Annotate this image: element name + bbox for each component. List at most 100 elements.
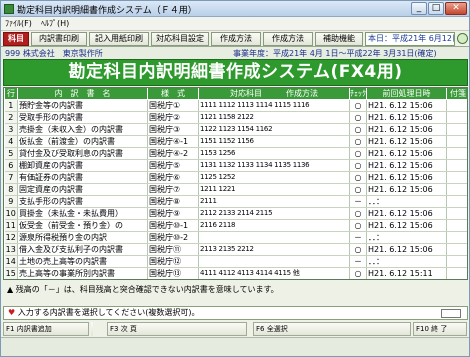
table-row[interactable]: 3 売掛金（未収入金）の内訳書 国税庁③ 1122 1123 1154 1162 ○ H2… — [4, 123, 467, 136]
row-codes: 4111 4112 4113 4114 4115 他 — [198, 267, 350, 279]
row-form: 国税庁④-2 — [147, 147, 199, 160]
row-check: ○ — [349, 135, 367, 148]
input-box[interactable] — [441, 309, 461, 318]
row-form: 国税庁⑥ — [147, 171, 199, 184]
row-name: 売掛金（未収入金）の内訳書 — [17, 123, 148, 136]
row-form: 国税庁③ — [147, 123, 199, 136]
table-row[interactable]: 4 仮払金（前渡金）の内訳書 国税庁④-1 1151 1152 1156 ○ H21. 6… — [4, 135, 467, 148]
row-date: H21. 6.12 15:06 — [366, 147, 447, 160]
table-row[interactable]: 8 固定資産の内訳書 国税庁⑦ 1211 1221 ○ H21. 6.12 15:06 — [4, 183, 467, 196]
account-mapping-button[interactable]: 対応科目設定 — [151, 32, 209, 46]
row-number: 14 — [4, 255, 18, 268]
row-codes: 1131 1132 1133 1134 1135 1136 — [198, 159, 350, 172]
table-row[interactable]: 15 売上高等の事業所別内訳書 国税庁⑬ 4111 4112 4113 4114 41… — [4, 267, 467, 279]
row-form: 国税庁⑩-2 — [147, 231, 199, 244]
row-attach — [446, 171, 467, 184]
row-check: ○ — [349, 207, 367, 220]
table-row[interactable]: 1 預貯金等の内訳書 国税庁① 1111 1112 1113 1114 1115 11… — [4, 99, 467, 112]
row-check: ○ — [349, 123, 367, 136]
col-check: ﾁｪｯｸ — [349, 88, 367, 100]
row-date: H21. 6.12 15:06 — [366, 135, 447, 148]
row-check: ○ — [349, 147, 367, 160]
row-form: 国税庁⑫ — [147, 255, 199, 268]
row-form: 国税庁④-1 — [147, 135, 199, 148]
row-name: 有価証券の内訳書 — [17, 171, 148, 184]
method-button[interactable]: 作成方法 — [211, 32, 261, 46]
row-name: 支払手形の内訳書 — [17, 195, 148, 208]
row-codes — [198, 231, 350, 244]
menu-help[interactable]: ﾍﾙﾌﾟ(H) — [41, 18, 69, 29]
col-attach: 付箋 — [446, 88, 467, 100]
tab-kamoku[interactable]: 科目 — [3, 32, 29, 46]
row-number: 11 — [4, 219, 18, 232]
row-date: H21. 6.12 15:06 — [366, 207, 447, 220]
row-number: 13 — [4, 243, 18, 256]
menu-file[interactable]: ﾌｧｲﾙ(F) — [5, 18, 32, 29]
table-row[interactable]: 5 貸付金及び受取利息の内訳書 国税庁④-2 1153 1256 ○ H21. 6.12 … — [4, 147, 467, 160]
row-date: ．．： — [366, 195, 447, 208]
f2-empty — [91, 322, 93, 336]
triangle-icon: ▲ — [7, 285, 14, 294]
row-attach — [446, 147, 467, 160]
row-number: 1 — [4, 99, 18, 112]
row-form: 国税庁⑧ — [147, 195, 199, 208]
row-attach — [446, 219, 467, 232]
table-row[interactable]: 10 買掛金（未払金・未払費用） 国税庁⑨ 2112 2133 2114 2115 ○ H… — [4, 207, 467, 220]
maximize-button[interactable]: □ — [428, 2, 444, 15]
heart-icon: ♥ — [8, 308, 16, 317]
menu-bar: ﾌｧｲﾙ(F) ﾍﾙﾌﾟ(H) — [1, 17, 469, 31]
row-attach — [446, 123, 467, 136]
method-button-2[interactable]: 作成方法 — [263, 32, 313, 46]
table-body: 1 預貯金等の内訳書 国税庁① 1111 1112 1113 1114 1115 11… — [4, 99, 467, 279]
row-name: 棚卸資産の内訳書 — [17, 159, 148, 172]
company-name: 999 株式会社 東京製作所 — [5, 49, 103, 58]
row-form: 国税庁⑩-1 — [147, 219, 199, 232]
table-row[interactable]: 7 有価証券の内訳書 国税庁⑥ 1125 1252 ○ H21. 6.12 15:06 — [4, 171, 467, 184]
table-row[interactable]: 12 源泉所得税預り金の内訳 国税庁⑩-2 －．．： — [4, 231, 467, 244]
support-button[interactable]: 補助機能 — [315, 32, 363, 46]
print-button[interactable]: 内訳書印刷 — [31, 32, 87, 46]
table-header: 行 内 訳 書 名 様 式 対応科目 作成方法 ﾁｪｯｸ 前回処理日時 付箋 — [4, 88, 467, 100]
f1-add-button[interactable]: F1 内訳書追加 — [3, 322, 89, 336]
f3-next-page-button[interactable]: F3 次 頁 — [107, 322, 247, 336]
col-name: 内 訳 書 名 — [17, 88, 148, 100]
col-codes: 対応科目 作成方法 — [198, 88, 350, 100]
row-form: 国税庁⑨ — [147, 207, 199, 220]
title-bar: 勘定科目内訳明細書作成システム（Ｆ４用） _ □ ✕ — [1, 1, 469, 17]
row-form: 国税庁⑦ — [147, 183, 199, 196]
row-form: 国税庁⑬ — [147, 267, 199, 279]
today-date: 本日：平成21年 6月12日(金) — [365, 32, 455, 46]
table-row[interactable]: 6 棚卸資産の内訳書 国税庁⑤ 1131 1132 1133 1134 1135 11… — [4, 159, 467, 172]
row-number: 4 — [4, 135, 18, 148]
row-name: 預貯金等の内訳書 — [17, 99, 148, 112]
row-number: 5 — [4, 147, 18, 160]
table-row[interactable]: 14 土地の売上高等の内訳書 国税庁⑫ －．．： — [4, 255, 467, 268]
table-row[interactable]: 13 借入金及び支払利子の内訳書 国税庁⑪ 2113 2135 2212 ○ H21. 6… — [4, 243, 467, 256]
row-number: 9 — [4, 195, 18, 208]
row-codes — [198, 255, 350, 268]
fiscal-period: 事業年度：平成21年 4月 1日〜平成22年 3月31日(確定) — [233, 49, 437, 58]
form-print-button[interactable]: 記入用紙印刷 — [89, 32, 149, 46]
table-row[interactable]: 2 受取手形の内訳書 国税庁② 1121 1158 2122 ○ H21. 6.12 15… — [4, 111, 467, 124]
prompt-text: 入力する内訳書を選択してください(複数選択可)。 — [17, 308, 200, 317]
system-banner: 勘定科目内訳明細書作成システム(FX4用) — [3, 59, 468, 86]
f10-exit-button[interactable]: F10 終 了 — [413, 322, 467, 336]
row-number: 3 — [4, 123, 18, 136]
table-row[interactable]: 9 支払手形の内訳書 国税庁⑧ 2111 －．．： — [4, 195, 467, 208]
row-number: 10 — [4, 207, 18, 220]
row-attach — [446, 243, 467, 256]
row-attach — [446, 135, 467, 148]
row-name: 土地の売上高等の内訳書 — [17, 255, 148, 268]
minimize-button[interactable]: _ — [411, 2, 427, 15]
row-form: 国税庁⑤ — [147, 159, 199, 172]
close-button[interactable]: ✕ — [445, 2, 467, 15]
row-date: H21. 6.12 15:06 — [366, 183, 447, 196]
row-attach — [446, 99, 467, 112]
row-date: H21. 6.12 15:06 — [366, 219, 447, 232]
clock-icon[interactable] — [457, 33, 468, 44]
table-row[interactable]: 11 仮受金（前受金・預り金）の 国税庁⑩-1 2116 2118 ○ H21. 6.12… — [4, 219, 467, 232]
row-form: 国税庁① — [147, 99, 199, 112]
row-date: H21. 6.12 15:06 — [366, 111, 447, 124]
f6-select-all-button[interactable]: F6 全選択 — [253, 322, 411, 336]
row-number: 12 — [4, 231, 18, 244]
